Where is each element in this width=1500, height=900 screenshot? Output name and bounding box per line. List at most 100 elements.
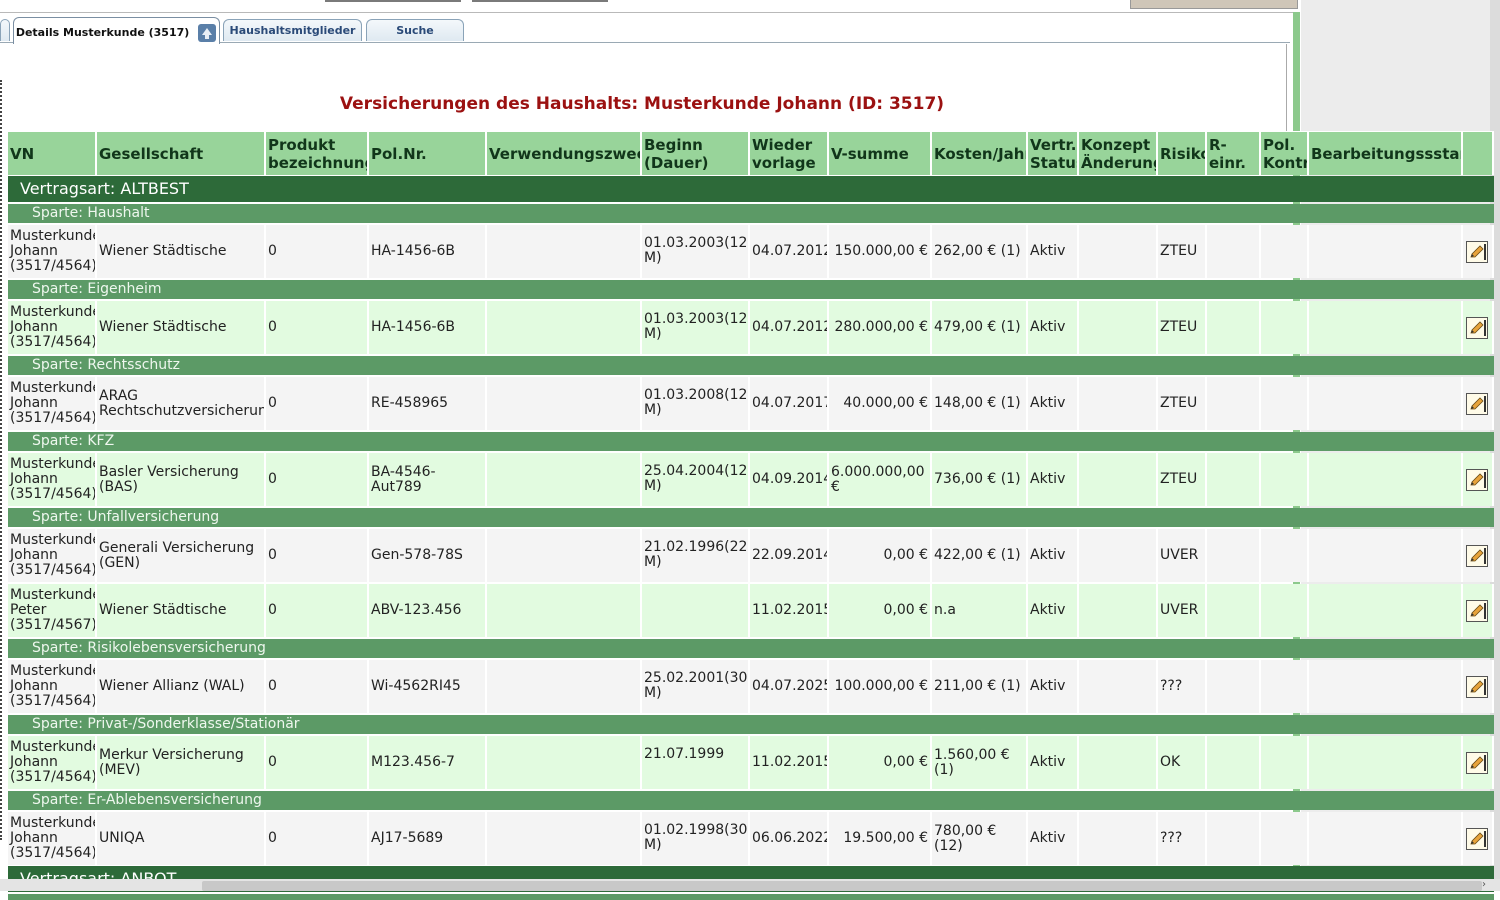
- cell-polkontr: [1261, 584, 1309, 637]
- cell-actions: [1463, 453, 1494, 506]
- edit-icon[interactable]: [1466, 675, 1488, 698]
- cell-gesellschaft: ARAG Rechtschutzversicherung: [97, 377, 266, 430]
- cell-polkontr: [1261, 660, 1309, 713]
- edit-icon[interactable]: [1466, 827, 1488, 850]
- col-header-gesellschaft[interactable]: Gesellschaft: [97, 132, 266, 175]
- cell-gesellschaft: Merkur Versicherung (MEV): [97, 736, 266, 789]
- cell-status: Aktiv: [1028, 812, 1079, 865]
- col-header-kosten[interactable]: Kosten/Jahr: [932, 132, 1028, 175]
- cell-zweck: [487, 660, 642, 713]
- table-row[interactable]: Musterkunde Johann (3517/4564) Basler Ver…: [8, 453, 1494, 506]
- cell-status: Aktiv: [1028, 584, 1079, 637]
- cell-vn: Musterkunde Peter (3517/4567): [8, 584, 97, 637]
- col-header-risiko[interactable]: Risiko: [1158, 132, 1207, 175]
- table-row[interactable]: Musterkunde Johann (3517/4564) Wiener Stä…: [8, 301, 1494, 354]
- table-row[interactable]: Musterkunde Peter (3517/4567) Wiener Städ…: [8, 584, 1494, 637]
- cell-polkontr: [1261, 225, 1309, 278]
- col-header-wiedervorlage[interactable]: Wieder vorlage: [750, 132, 829, 175]
- refresh-icon[interactable]: [197, 23, 217, 43]
- tab-details-label: Details Musterkunde (3517): [15, 26, 190, 39]
- col-header-status[interactable]: Vertr. Status: [1028, 132, 1079, 175]
- cell-stand: [1309, 736, 1463, 789]
- header-image-fragment: [1130, 0, 1298, 9]
- cell-reinr: [1207, 584, 1261, 637]
- edit-icon[interactable]: [1466, 599, 1488, 622]
- cell-stand: [1309, 377, 1463, 430]
- cell-wiedervorlage: 04.09.2014: [750, 453, 829, 506]
- cell-konzept: [1079, 301, 1158, 354]
- cell-gesellschaft: UNIQA: [97, 812, 266, 865]
- cell-kosten: 479,00 € (1): [932, 301, 1028, 354]
- cell-vsumme: 280.000,00 €: [829, 301, 932, 354]
- cell-polnr: AJ17-5689: [369, 812, 487, 865]
- col-header-vsumme[interactable]: V-summe: [829, 132, 932, 175]
- page-title: Versicherungen des Haushalts: Musterkund…: [339, 94, 945, 114]
- table-row[interactable]: Musterkunde Johann (3517/4564) Merkur Ver…: [8, 736, 1494, 789]
- cell-beginn: [642, 584, 750, 637]
- cell-polkontr: [1261, 736, 1309, 789]
- horizontal-scrollbar[interactable]: ›: [0, 879, 1500, 891]
- edit-icon[interactable]: [1466, 316, 1488, 339]
- cell-wiedervorlage: 04.07.2012: [750, 301, 829, 354]
- cell-risiko: OK: [1158, 736, 1207, 789]
- cell-polnr: ABV-123.456: [369, 584, 487, 637]
- col-header-beginn[interactable]: Beginn (Dauer): [642, 132, 750, 175]
- cell-stand: [1309, 584, 1463, 637]
- cell-konzept: [1079, 529, 1158, 582]
- vertragsart-group-header: Vertragsart: ALTBEST: [8, 176, 1494, 202]
- cell-reinr: [1207, 736, 1261, 789]
- cell-stand: [1309, 301, 1463, 354]
- cell-risiko: ZTEU: [1158, 301, 1207, 354]
- scroll-right-arrow-icon[interactable]: ›: [1482, 879, 1486, 890]
- cell-produkt: 0: [266, 453, 369, 506]
- cell-status: Aktiv: [1028, 453, 1079, 506]
- col-header-produkt[interactable]: Produkt bezeichnung: [266, 132, 369, 175]
- edit-icon[interactable]: [1466, 544, 1488, 567]
- cell-polnr: HA-1456-6B: [369, 301, 487, 354]
- cell-beginn: 01.02.1998(300 M): [642, 812, 750, 865]
- horizontal-scrollbar-thumb[interactable]: [202, 881, 1482, 891]
- cell-beginn: 01.03.2008(120 M): [642, 377, 750, 430]
- cell-zweck: [487, 453, 642, 506]
- tab-suche[interactable]: Suche: [366, 19, 464, 41]
- sparte-group-header: Sparte: KFZ: [8, 432, 1494, 451]
- tab-haushaltsmitglieder[interactable]: Haushaltsmitglieder: [223, 19, 362, 41]
- cell-vn: Musterkunde Johann (3517/4564): [8, 225, 97, 278]
- cell-produkt: 0: [266, 660, 369, 713]
- edit-icon[interactable]: [1466, 392, 1488, 415]
- cell-beginn: 21.02.1996(228 M): [642, 529, 750, 582]
- cell-kosten: 422,00 € (1): [932, 529, 1028, 582]
- col-header-bearbeitungsstand[interactable]: Bearbeitungssstand: [1309, 132, 1463, 175]
- col-header-polnr[interactable]: Pol.Nr.: [369, 132, 487, 175]
- cell-vsumme: 0,00 €: [829, 584, 932, 637]
- table-row[interactable]: Musterkunde Johann (3517/4564) ARAG Recht…: [8, 377, 1494, 430]
- cell-vsumme: 0,00 €: [829, 736, 932, 789]
- col-header-vn[interactable]: VN: [8, 132, 97, 175]
- table-row[interactable]: Musterkunde Johann (3517/4564) Wiener Stä…: [8, 225, 1494, 278]
- cell-zweck: [487, 377, 642, 430]
- cell-kosten: 211,00 € (1): [932, 660, 1028, 713]
- cell-produkt: 0: [266, 584, 369, 637]
- table-row[interactable]: Musterkunde Johann (3517/4564) Generali V…: [8, 529, 1494, 582]
- col-header-konzept[interactable]: Konzept Änderung: [1079, 132, 1158, 175]
- edit-icon[interactable]: [1466, 240, 1488, 263]
- cell-wiedervorlage: 04.07.2012: [750, 225, 829, 278]
- edit-icon[interactable]: [1466, 751, 1488, 774]
- table-row[interactable]: Musterkunde Johann (3517/4564) Wiener All…: [8, 660, 1494, 713]
- cell-reinr: [1207, 453, 1261, 506]
- cell-vsumme: 100.000,00 €: [829, 660, 932, 713]
- edit-icon[interactable]: [1466, 468, 1488, 491]
- tab-details[interactable]: Details Musterkunde (3517): [13, 17, 220, 44]
- tab-bar: Details Musterkunde (3517) Haushaltsmitg…: [0, 17, 1290, 44]
- col-header-reinr[interactable]: R-einr.: [1207, 132, 1261, 175]
- cell-vn: Musterkunde Johann (3517/4564): [8, 660, 97, 713]
- col-header-polkontr[interactable]: Pol. Kontr.: [1261, 132, 1309, 175]
- table-row[interactable]: Musterkunde Johann (3517/4564) UNIQA 0 AJ17…: [8, 812, 1494, 865]
- cell-produkt: 0: [266, 529, 369, 582]
- cell-vn: Musterkunde Johann (3517/4564): [8, 377, 97, 430]
- focus-outline: [0, 80, 2, 840]
- cell-konzept: [1079, 377, 1158, 430]
- cell-risiko: ZTEU: [1158, 225, 1207, 278]
- cell-polkontr: [1261, 812, 1309, 865]
- col-header-verwendungszweck[interactable]: Verwendungszweck: [487, 132, 642, 175]
